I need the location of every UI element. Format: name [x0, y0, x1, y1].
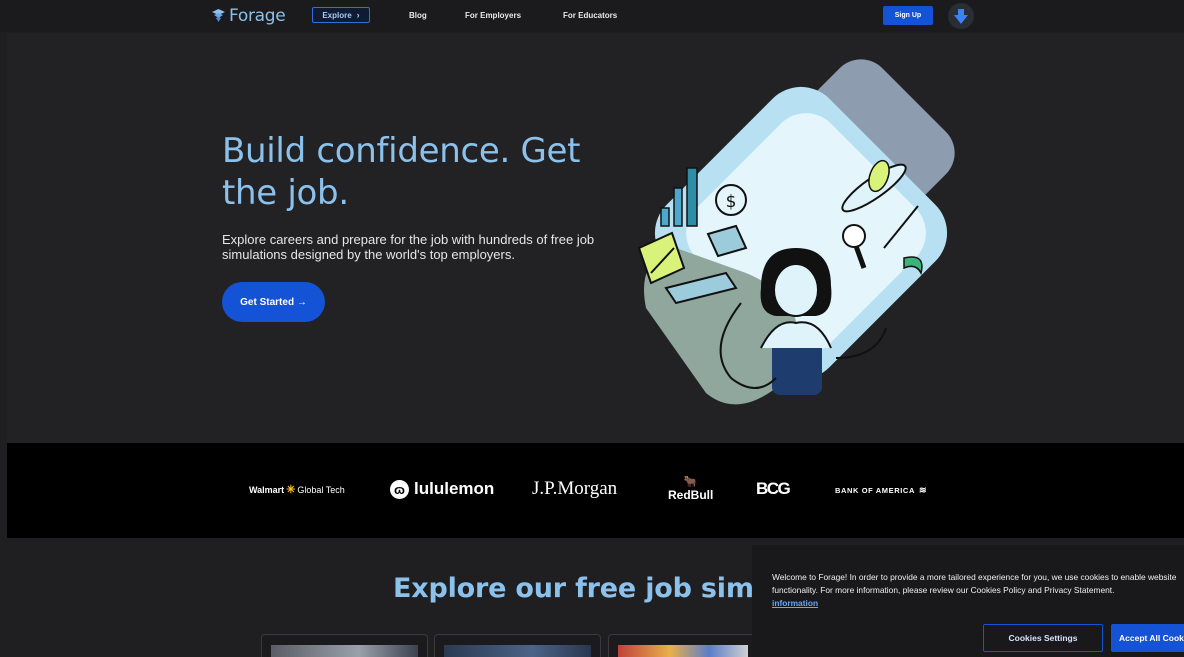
- jpmorgan-wordmark: J.P.Morgan: [532, 478, 618, 499]
- hero-title: Build confidence. Get the job.: [222, 131, 581, 213]
- nav-link-blog[interactable]: Blog: [409, 11, 427, 20]
- walmart-wordmark: Walmart: [249, 484, 285, 495]
- hero-illustration: $: [637, 59, 955, 405]
- simulation-card[interactable]: [261, 634, 428, 657]
- walmart-logo: Walmart ✳ Global Tech: [249, 483, 345, 496]
- bcg-logo: BCG: [756, 479, 791, 499]
- lululemon-icon: ɷ: [390, 479, 409, 499]
- bank-of-america-logo: BANK OF AMERICA ≋: [835, 485, 927, 496]
- user-download-icon: [954, 9, 968, 24]
- hero-subtitle: Explore careers and prepare for the job …: [222, 232, 595, 262]
- redbull-logo: 🐂 RedBull: [668, 476, 713, 502]
- cookie-settings-button[interactable]: Cookies Settings: [983, 624, 1103, 652]
- boa-wordmark: BANK OF AMERICA: [835, 486, 915, 495]
- forage-logo[interactable]: Forage: [211, 5, 286, 27]
- walmart-suffix: Global Tech: [297, 484, 345, 495]
- cookie-banner: Welcome to Forage! In order to provide a…: [752, 545, 1184, 657]
- explore-label: Explore: [322, 10, 352, 20]
- signup-button[interactable]: Sign Up: [883, 6, 933, 25]
- simulation-card[interactable]: [608, 634, 758, 657]
- flag-icon: ≋: [918, 485, 928, 495]
- cookie-info-link[interactable]: information: [772, 598, 818, 608]
- bull-icon: 🐂: [683, 476, 698, 488]
- get-started-button[interactable]: Get Started →: [222, 282, 325, 322]
- redbull-wordmark: RedBull: [668, 488, 714, 502]
- spark-icon: ✳: [286, 484, 296, 496]
- cookie-message: Welcome to Forage! In order to provide a…: [772, 572, 1177, 595]
- forage-logo-icon: [212, 9, 225, 22]
- jpmorgan-logo: J.P.Morgan: [532, 478, 617, 500]
- simulation-card-image: [618, 645, 748, 657]
- nav-link-educators[interactable]: For Educators: [563, 11, 617, 20]
- top-nav: Forage Explore › Blog For Employers For …: [0, 0, 1184, 32]
- cookie-text: Welcome to Forage! In order to provide a…: [772, 571, 1184, 610]
- simulation-card[interactable]: [434, 634, 601, 657]
- lululemon-logo: ɷ lululemon: [390, 479, 494, 499]
- chevron-right-icon: ›: [356, 10, 360, 20]
- avatar[interactable]: [948, 3, 974, 29]
- simulation-card-image: [444, 645, 591, 657]
- explore-button[interactable]: Explore ›: [312, 7, 370, 23]
- svg-text:$: $: [726, 192, 737, 212]
- lululemon-wordmark: lululemon: [414, 479, 495, 498]
- logo-text: Forage: [229, 6, 286, 26]
- nav-link-employers[interactable]: For Employers: [465, 11, 521, 20]
- accept-all-cookies-button[interactable]: Accept All Cookies: [1111, 624, 1184, 652]
- bcg-wordmark: BCG: [756, 479, 791, 498]
- simulation-card-image: [271, 645, 418, 657]
